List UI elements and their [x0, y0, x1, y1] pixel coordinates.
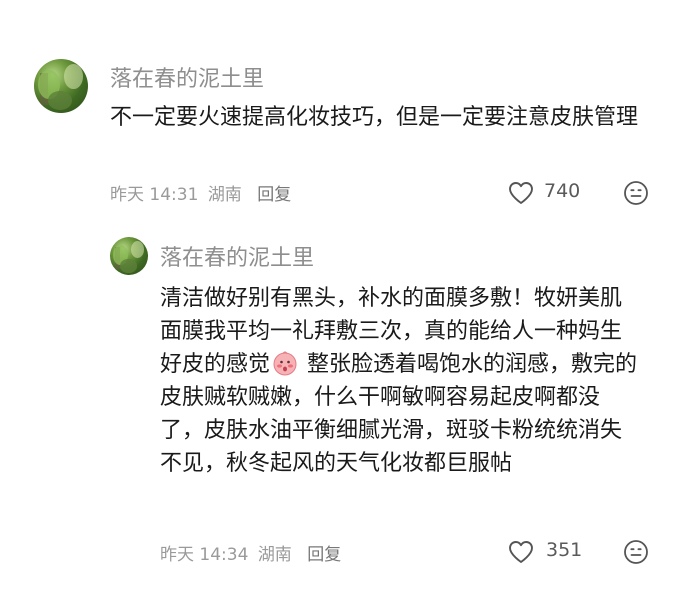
avatar[interactable] [110, 237, 148, 275]
smiley-face-icon[interactable] [623, 180, 649, 206]
reply-button[interactable]: 回复 [257, 185, 291, 205]
like-button[interactable]: 351 [508, 539, 584, 565]
comment-time: 昨天 14:31 [110, 185, 199, 205]
heart-outline-icon [508, 181, 534, 205]
comment-meta: 昨天 14:31 湖南 回复 [110, 180, 291, 205]
smiley-face-icon[interactable] [623, 539, 649, 565]
like-count: 740 [544, 180, 581, 202]
comment-location: 湖南 [257, 545, 292, 565]
comment-text: 清洁做好别有黑头，补水的面膜多敷！牧妍美肌面膜我平均一礼拜敷三次，真的能给人一种… [160, 282, 640, 480]
comment-username[interactable]: 落在春的泥土里 [110, 61, 264, 93]
comment-location: 湖南 [207, 185, 242, 205]
comment-time: 昨天 14:34 [160, 545, 249, 565]
blushing-face-emoji [272, 350, 298, 376]
reply-button[interactable]: 回复 [307, 545, 341, 565]
like-button[interactable]: 740 [508, 180, 584, 206]
like-count: 351 [546, 539, 583, 561]
comment-username[interactable]: 落在春的泥土里 [160, 240, 314, 272]
heart-outline-icon [508, 540, 534, 564]
comment-meta: 昨天 14:34 湖南 回复 [160, 540, 341, 565]
avatar[interactable] [34, 59, 88, 113]
comment-text: 不一定要火速提高化妆技巧，但是一定要注意皮肤管理 [110, 105, 639, 130]
